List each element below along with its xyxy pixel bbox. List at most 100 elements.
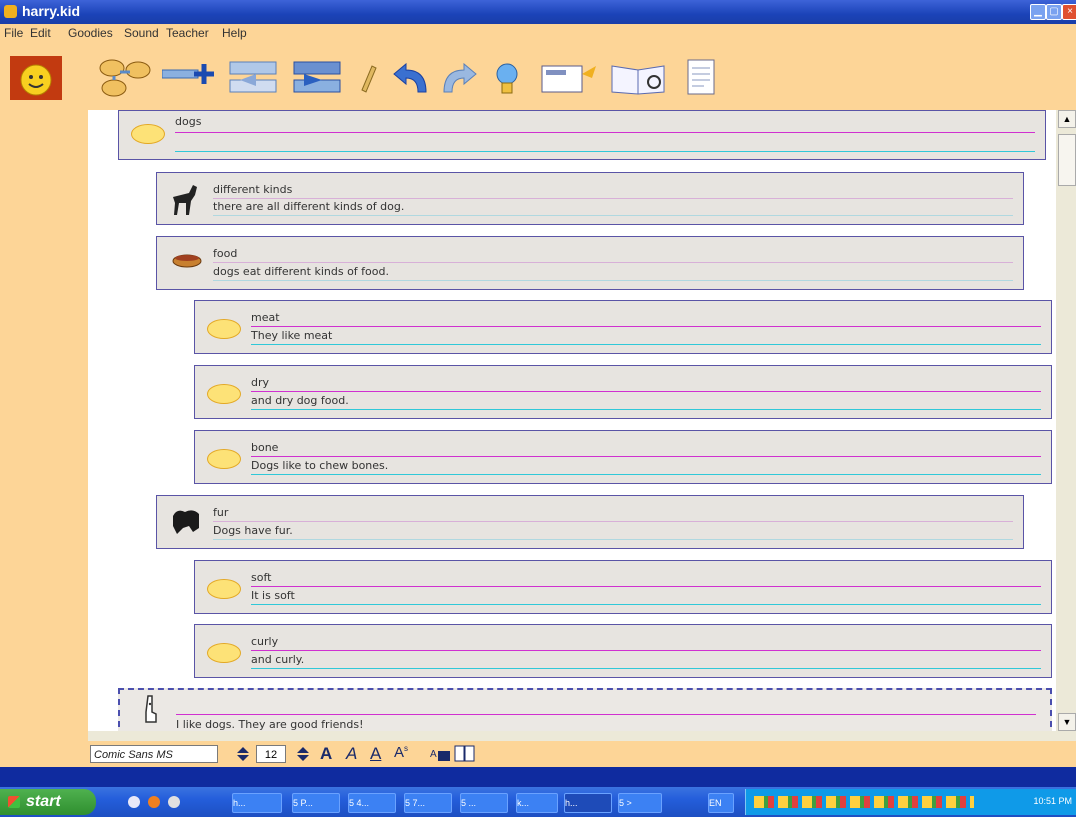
title-underline xyxy=(251,391,1041,392)
title-underline xyxy=(175,132,1035,133)
outline-node-meat[interactable]: meat They like meat xyxy=(194,300,1052,354)
outline-node-curly[interactable]: curly and curly. xyxy=(194,624,1052,678)
outline-node-soft[interactable]: soft It is soft xyxy=(194,560,1052,614)
outline-node-dogs[interactable]: dogs xyxy=(118,110,1046,160)
toolbar xyxy=(0,42,1076,110)
media-icon[interactable] xyxy=(148,796,160,808)
node-text[interactable]: Dogs like to chew bones. xyxy=(251,459,388,472)
title-underline xyxy=(251,326,1041,327)
app-icon[interactable] xyxy=(168,796,180,808)
task-label: h... xyxy=(233,798,246,808)
close-button[interactable]: × xyxy=(1062,4,1076,20)
kidspiration-face-icon[interactable] xyxy=(10,56,62,102)
system-tray: 10:51 PM xyxy=(745,789,1076,815)
task-button[interactable]: 5 P... xyxy=(292,793,340,813)
task-button-active[interactable]: h... xyxy=(564,793,612,813)
book-icon[interactable] xyxy=(610,60,668,106)
scroll-up-arrow-icon[interactable]: ▲ xyxy=(1058,110,1076,128)
node-title[interactable]: bone xyxy=(251,441,278,454)
columns-icon[interactable] xyxy=(454,745,476,763)
node-title[interactable]: meat xyxy=(251,311,280,324)
undo-icon[interactable] xyxy=(392,60,432,106)
node-text[interactable]: Dogs have fur. xyxy=(213,524,293,537)
oval-bullet-icon xyxy=(207,579,241,599)
horizontal-scrollbar[interactable] xyxy=(88,731,1076,741)
task-button[interactable]: 5 4... xyxy=(348,793,396,813)
clock: 10:51 PM xyxy=(1033,796,1072,806)
node-text[interactable]: I like dogs. They are good friends! xyxy=(176,718,364,731)
move-left-icon[interactable] xyxy=(226,60,280,106)
node-text[interactable]: It is soft xyxy=(251,589,295,602)
task-label: k... xyxy=(517,798,530,808)
outline-node-fur[interactable]: fur Dogs have fur. xyxy=(156,495,1024,549)
superscript-icon[interactable]: As xyxy=(394,744,408,761)
node-text[interactable]: and curly. xyxy=(251,653,304,666)
menu-file[interactable]: File xyxy=(4,26,23,40)
add-bubble-icon[interactable] xyxy=(98,58,152,104)
task-button[interactable]: h... xyxy=(232,793,282,813)
scroll-thumb[interactable] xyxy=(1058,134,1076,186)
outline-view[interactable]: dogs different kinds there are all diffe… xyxy=(88,110,1056,731)
bold-icon[interactable]: A xyxy=(320,744,332,764)
node-text[interactable]: and dry dog food. xyxy=(251,394,349,407)
title-underline xyxy=(251,650,1041,651)
node-text[interactable]: there are all different kinds of dog. xyxy=(213,200,404,213)
node-title[interactable]: soft xyxy=(251,571,271,584)
move-right-icon[interactable] xyxy=(290,60,344,106)
add-subtopic-icon[interactable] xyxy=(162,64,216,110)
document-icon[interactable] xyxy=(684,58,718,104)
start-button[interactable]: start xyxy=(0,789,96,815)
oval-bullet-icon xyxy=(207,643,241,663)
language-indicator[interactable]: EN xyxy=(708,793,734,813)
task-label: 5 ... xyxy=(461,798,477,808)
pencil-icon[interactable] xyxy=(356,60,378,106)
menu-edit[interactable]: Edit xyxy=(30,26,51,40)
underline-icon[interactable]: A xyxy=(370,744,381,764)
menu-help[interactable]: Help xyxy=(222,26,247,40)
scroll-down-arrow-icon[interactable]: ▼ xyxy=(1058,713,1076,731)
title-bar: harry.kid ▁ ▢ × xyxy=(0,0,1076,24)
node-text[interactable]: dogs eat different kinds of food. xyxy=(213,265,389,278)
notes-icon[interactable] xyxy=(540,60,598,106)
menu-goodies[interactable]: Goodies xyxy=(68,26,113,40)
node-title[interactable]: food xyxy=(213,247,237,260)
oval-bullet-icon xyxy=(207,384,241,404)
left-sidebar xyxy=(0,110,88,762)
text-underline xyxy=(213,539,1013,540)
node-title[interactable]: dogs xyxy=(175,115,201,128)
oval-bullet-icon xyxy=(207,449,241,469)
vertical-scrollbar[interactable]: ▲ ▼ xyxy=(1056,110,1076,731)
size-stepper-icon[interactable] xyxy=(294,745,312,763)
node-title[interactable]: fur xyxy=(213,506,228,519)
light-bulb-icon[interactable] xyxy=(492,56,522,102)
menu-sound[interactable]: Sound xyxy=(124,26,159,40)
outline-node-editing[interactable]: I like dogs. They are good friends! xyxy=(118,688,1052,731)
node-title[interactable]: different kinds xyxy=(213,183,292,196)
task-button[interactable]: k... xyxy=(516,793,558,813)
menu-teacher[interactable]: Teacher xyxy=(166,26,209,40)
browser-icon[interactable] xyxy=(128,796,140,808)
outline-node-bone[interactable]: bone Dogs like to chew bones. xyxy=(194,430,1052,484)
node-text[interactable]: They like meat xyxy=(251,329,332,342)
redo-icon[interactable] xyxy=(438,60,478,106)
outline-node-different-kinds[interactable]: different kinds there are all different … xyxy=(156,172,1024,225)
task-button[interactable]: 5 > xyxy=(618,793,662,813)
task-label: 5 7... xyxy=(405,798,426,808)
italic-icon[interactable]: A xyxy=(346,744,357,764)
node-title[interactable]: curly xyxy=(251,635,278,648)
outline-node-food[interactable]: food dogs eat different kinds of food. xyxy=(156,236,1024,290)
outline-node-dry[interactable]: dry and dry dog food. xyxy=(194,365,1052,419)
title-underline xyxy=(251,456,1041,457)
task-button[interactable]: 5 ... xyxy=(460,793,508,813)
maximize-button[interactable]: ▢ xyxy=(1046,4,1062,20)
tray-icons[interactable] xyxy=(754,796,974,808)
oval-bullet-icon xyxy=(207,319,241,339)
font-stepper-icon[interactable] xyxy=(234,745,252,763)
task-button[interactable]: 5 7... xyxy=(404,793,452,813)
title-underline xyxy=(213,198,1013,199)
font-select[interactable]: Comic Sans MS xyxy=(90,745,218,763)
node-title[interactable]: dry xyxy=(251,376,269,389)
font-size-field[interactable]: 12 xyxy=(256,745,286,763)
text-color-icon[interactable]: A xyxy=(430,745,452,763)
minimize-button[interactable]: ▁ xyxy=(1030,4,1046,20)
